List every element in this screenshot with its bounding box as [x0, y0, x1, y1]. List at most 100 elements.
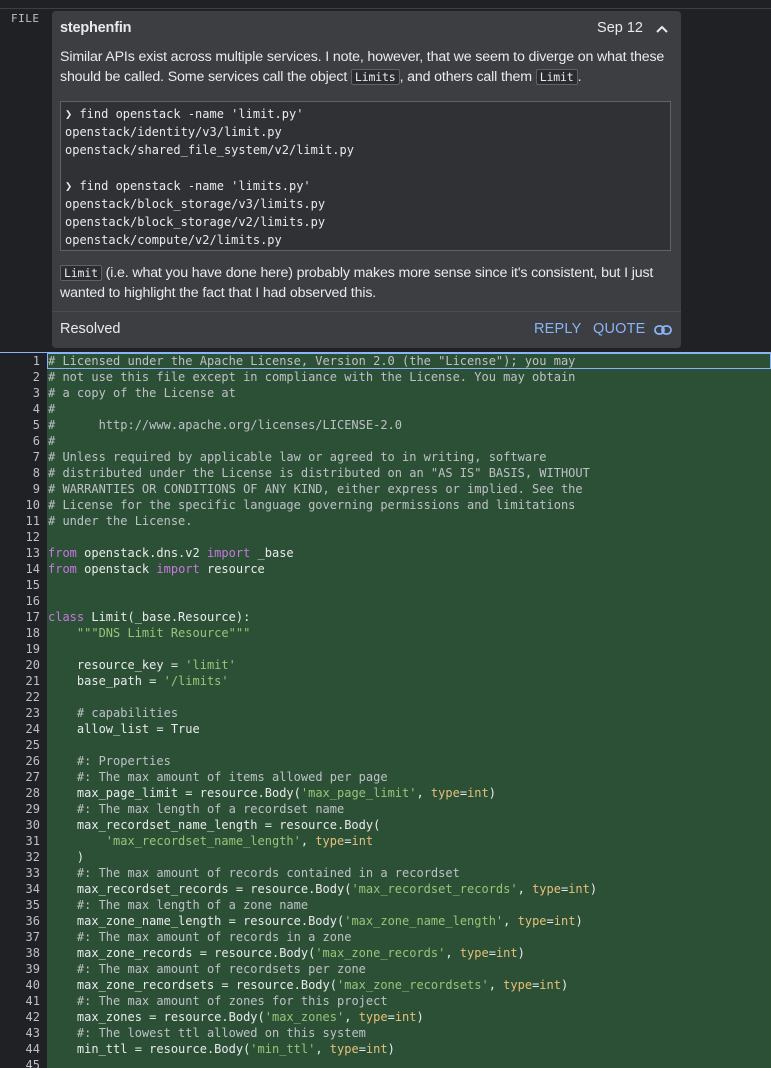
line-number[interactable]: 7	[0, 449, 40, 465]
line-number[interactable]: 39	[0, 961, 40, 977]
line-number[interactable]: 32	[0, 849, 40, 865]
code-line[interactable]: 1 # Licensed under the Apache License, Ve…	[0, 352, 771, 369]
quote-button[interactable]: QUOTE	[593, 321, 646, 337]
line-number[interactable]: 17	[0, 609, 40, 625]
line-number[interactable]: 18	[0, 625, 40, 641]
line-number[interactable]: 38	[0, 945, 40, 961]
line-number[interactable]: 35	[0, 897, 40, 913]
code-token: """DNS Limit Resource"""	[76, 626, 251, 640]
code-line[interactable]: 11 # under the License.	[0, 513, 771, 529]
code-line[interactable]: 20 resource_key = 'limit'	[0, 657, 771, 673]
line-number[interactable]: 36	[0, 913, 40, 929]
line-number[interactable]: 30	[0, 817, 40, 833]
chevron-up-icon[interactable]	[655, 23, 669, 35]
comment-date: Sep 12	[597, 20, 643, 36]
code-viewer[interactable]: 1 # Licensed under the Apache License, Ve…	[0, 352, 771, 1068]
code-line[interactable]: 24 allow_list = True	[0, 721, 771, 737]
code-line[interactable]: 35 #: The max length of a zone name	[0, 897, 771, 913]
code-line[interactable]: 28 max_page_limit = resource.Body('max_p…	[0, 785, 771, 801]
code-line[interactable]: 22	[0, 689, 771, 705]
line-number[interactable]: 15	[0, 577, 40, 593]
line-number[interactable]: 44	[0, 1041, 40, 1057]
code-line[interactable]: 6 #	[0, 433, 771, 449]
line-number[interactable]: 5	[0, 417, 40, 433]
line-number[interactable]: 33	[0, 865, 40, 881]
line-number[interactable]: 23	[0, 705, 40, 721]
code-line[interactable]: 7 # Unless required by applicable law or …	[0, 449, 771, 465]
line-number[interactable]: 11	[0, 513, 40, 529]
code-line[interactable]: 2 # not use this file except in complianc…	[0, 369, 771, 385]
line-number[interactable]: 41	[0, 993, 40, 1009]
code-line[interactable]: 18 """DNS Limit Resource"""	[0, 625, 771, 641]
comment-author[interactable]: stephenfin	[60, 20, 132, 36]
line-number[interactable]: 42	[0, 1009, 40, 1025]
line-number[interactable]: 1	[0, 353, 40, 369]
code-line[interactable]: 30 max_recordset_name_length = resource.…	[0, 817, 771, 833]
link-icon[interactable]	[654, 324, 672, 336]
code-line[interactable]: 13 from openstack.dns.v2 import _base	[0, 545, 771, 561]
line-number[interactable]: 3	[0, 385, 40, 401]
code-line[interactable]: 37 #: The max amount of records in a zon…	[0, 929, 771, 945]
code-line[interactable]: 39 #: The max amount of recordsets per z…	[0, 961, 771, 977]
code-line[interactable]: 44 min_ttl = resource.Body('min_ttl', ty…	[0, 1041, 771, 1057]
code-line[interactable]: 36 max_zone_name_length = resource.Body(…	[0, 913, 771, 929]
line-number[interactable]: 6	[0, 433, 40, 449]
code-line[interactable]: 21 base_path = '/limits'	[0, 673, 771, 689]
code-line[interactable]: 14 from openstack import resource	[0, 561, 771, 577]
code-line[interactable]: 4 #	[0, 401, 771, 417]
code-line[interactable]: 45	[0, 1057, 771, 1068]
line-number[interactable]: 20	[0, 657, 40, 673]
code-line[interactable]: 41 #: The max amount of zones for this p…	[0, 993, 771, 1009]
code-line[interactable]: 33 #: The max amount of records containe…	[0, 865, 771, 881]
line-number[interactable]: 12	[0, 529, 40, 545]
code-line[interactable]: 17 class Limit(_base.Resource):	[0, 609, 771, 625]
line-number[interactable]: 25	[0, 737, 40, 753]
code-line[interactable]: 26 #: Properties	[0, 753, 771, 769]
code-line[interactable]: 29 #: The max length of a recordset name	[0, 801, 771, 817]
line-number[interactable]: 19	[0, 641, 40, 657]
line-number[interactable]: 8	[0, 465, 40, 481]
line-number[interactable]: 10	[0, 497, 40, 513]
reply-button[interactable]: REPLY	[534, 321, 581, 337]
code-line[interactable]: 12	[0, 529, 771, 545]
code-line[interactable]: 9 # WARRANTIES OR CONDITIONS OF ANY KIND,…	[0, 481, 771, 497]
line-number[interactable]: 13	[0, 545, 40, 561]
line-number[interactable]: 43	[0, 1025, 40, 1041]
code-line[interactable]: 23 # capabilities	[0, 705, 771, 721]
code-line[interactable]: 31 'max_recordset_name_length', type=int	[0, 833, 771, 849]
line-number[interactable]: 4	[0, 401, 40, 417]
line-number[interactable]: 31	[0, 833, 40, 849]
code-line[interactable]: 10 # License for the specific language go…	[0, 497, 771, 513]
line-number[interactable]: 26	[0, 753, 40, 769]
line-number[interactable]: 37	[0, 929, 40, 945]
code-line[interactable]: 42 max_zones = resource.Body('max_zones'…	[0, 1009, 771, 1025]
code-line[interactable]: 25	[0, 737, 771, 753]
code-line[interactable]: 43 #: The lowest ttl allowed on this sys…	[0, 1025, 771, 1041]
line-number[interactable]: 9	[0, 481, 40, 497]
code-line[interactable]: 3 # a copy of the License at	[0, 385, 771, 401]
code-line[interactable]: 40 max_zone_recordsets = resource.Body('…	[0, 977, 771, 993]
line-number[interactable]: 14	[0, 561, 40, 577]
comment-header[interactable]: stephenfin Sep 12	[60, 20, 669, 40]
code-line[interactable]: 27 #: The max amount of items allowed pe…	[0, 769, 771, 785]
line-number[interactable]: 21	[0, 673, 40, 689]
line-number[interactable]: 29	[0, 801, 40, 817]
code-line[interactable]: 8 # distributed under the License is dist…	[0, 465, 771, 481]
line-number[interactable]: 2	[0, 369, 40, 385]
code-line[interactable]: 5 # http://www.apache.org/licenses/LICENS…	[0, 417, 771, 433]
code-line[interactable]: 15	[0, 577, 771, 593]
code-line[interactable]: 32 )	[0, 849, 771, 865]
code-line[interactable]: 19	[0, 641, 771, 657]
line-number[interactable]: 16	[0, 593, 40, 609]
line-number[interactable]: 40	[0, 977, 40, 993]
code-line[interactable]: 16	[0, 593, 771, 609]
line-number[interactable]: 34	[0, 881, 40, 897]
line-number[interactable]: 24	[0, 721, 40, 737]
line-number[interactable]: 28	[0, 785, 40, 801]
line-number[interactable]: 22	[0, 689, 40, 705]
line-number[interactable]: 45	[0, 1057, 40, 1068]
code-line[interactable]: 34 max_recordset_records = resource.Body…	[0, 881, 771, 897]
code-line[interactable]: 38 max_zone_records = resource.Body('max…	[0, 945, 771, 961]
line-number[interactable]: 27	[0, 769, 40, 785]
